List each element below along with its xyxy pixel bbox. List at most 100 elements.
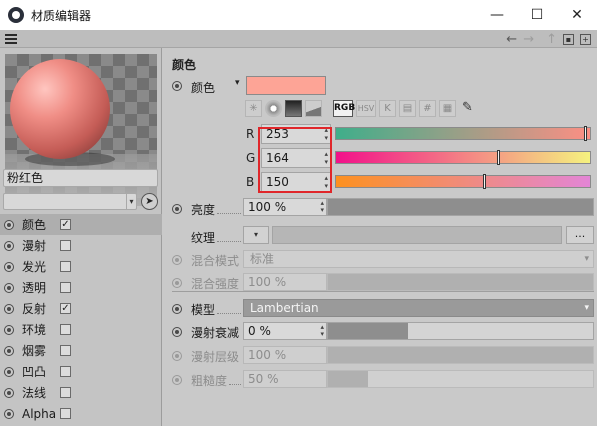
image-picker-icon[interactable]: [305, 99, 322, 117]
channel-label: 法线: [22, 386, 47, 400]
channel-letter: R: [246, 127, 255, 141]
channel-checkbox[interactable]: ✓: [60, 303, 71, 314]
back-arrow-icon[interactable]: ←: [506, 32, 517, 47]
r-slider-handle[interactable]: [584, 126, 587, 141]
channel-radio[interactable]: [4, 324, 14, 335]
b-slider-track[interactable]: [335, 174, 591, 189]
chevron-down-icon[interactable]: ▾: [126, 194, 136, 209]
diffuse-falloff-param-radio[interactable]: [172, 327, 182, 337]
hex-mode-button[interactable]: #: [419, 99, 436, 117]
diffuse-level-label: 漫射层级: [191, 350, 240, 364]
channel-radio[interactable]: [4, 408, 14, 419]
minimize-button[interactable]: —: [477, 0, 517, 30]
color-swatch[interactable]: [246, 76, 326, 95]
chevron-down-icon[interactable]: ▾: [235, 78, 240, 88]
texture-more-button[interactable]: ...: [566, 226, 594, 244]
g-slider-track[interactable]: [335, 150, 591, 165]
material-name-field[interactable]: 粉红色: [3, 169, 158, 187]
chevron-down-icon: ▾: [584, 303, 589, 313]
channel-checkbox[interactable]: ✓: [60, 219, 71, 230]
channel-item-transparency[interactable]: 透明: [0, 277, 162, 298]
mix-strength-slider[interactable]: [327, 273, 594, 291]
channel-label: 颜色: [22, 218, 47, 232]
channel-checkbox[interactable]: [60, 261, 71, 272]
roughness-field[interactable]: 50 %: [243, 370, 327, 388]
rgb-mode-button[interactable]: RGB: [333, 99, 355, 117]
channel-checkbox[interactable]: [60, 324, 71, 335]
mixer-icon[interactable]: ▤: [399, 99, 416, 117]
color-label: 颜色: [191, 81, 216, 95]
channel-item-reflectance[interactable]: 反射 ✓: [0, 298, 162, 319]
channel-item-bump[interactable]: 凹凸: [0, 361, 162, 382]
close-button[interactable]: ✕: [557, 0, 597, 30]
channel-radio[interactable]: [4, 387, 14, 398]
channel-item-color[interactable]: 颜色 ✓: [0, 214, 162, 235]
color-mode-toolbar: ✳ RGB HSV K ▤ # ▦ ✎: [245, 99, 476, 117]
forward-arrow-icon[interactable]: →: [523, 32, 534, 47]
channel-checkbox[interactable]: [60, 366, 71, 377]
diffuse-level-param-radio[interactable]: [172, 351, 182, 361]
brightness-field[interactable]: 100 % ▴ ▾: [243, 198, 327, 216]
diffuse-falloff-field[interactable]: 0 % ▴ ▾: [243, 322, 327, 340]
channel-label: 反射: [22, 302, 47, 316]
channel-checkbox[interactable]: [60, 387, 71, 398]
hsv-mode-button[interactable]: HSV: [356, 99, 376, 117]
channel-radio[interactable]: [4, 261, 14, 272]
channel-item-fog[interactable]: 烟雾: [0, 340, 162, 361]
diffuse-falloff-label: 漫射衰减: [191, 326, 240, 340]
texture-slot[interactable]: [272, 226, 562, 244]
b-slider-handle[interactable]: [483, 174, 486, 189]
pick-arrow-icon[interactable]: ➤: [141, 193, 158, 210]
spectrum-icon[interactable]: ✳: [245, 99, 262, 117]
new-window-icon[interactable]: +: [580, 33, 591, 45]
diffuse-level-field[interactable]: 100 %: [243, 346, 327, 364]
chevron-down-icon: ▾: [584, 254, 589, 264]
channel-radio[interactable]: [4, 366, 14, 377]
channel-checkbox[interactable]: [60, 282, 71, 293]
brightness-param-radio[interactable]: [172, 204, 182, 214]
channel-item-normal[interactable]: 法线: [0, 382, 162, 403]
mix-mode-label: 混合模式: [191, 254, 240, 268]
lock-icon[interactable]: ▪: [563, 33, 574, 45]
palette-icon[interactable]: ▦: [439, 99, 456, 117]
material-dropdown[interactable]: ▾: [3, 193, 137, 210]
roughness-param-radio[interactable]: [172, 375, 182, 385]
maximize-button[interactable]: ☐: [517, 0, 557, 30]
r-slider-track[interactable]: [335, 126, 591, 141]
menu-bar: ← → ↑ ▪ +: [0, 30, 597, 48]
channel-radio[interactable]: [4, 303, 14, 314]
model-param-radio[interactable]: [172, 304, 182, 314]
color-param-radio[interactable]: [172, 81, 182, 91]
channel-item-alpha[interactable]: Alpha: [0, 403, 162, 424]
color-wheel-icon[interactable]: [265, 99, 282, 117]
mix-strength-param-radio[interactable]: [172, 278, 182, 288]
mix-strength-field[interactable]: 100 %: [243, 273, 327, 291]
brightness-slider[interactable]: [327, 198, 594, 216]
mix-strength-label: 混合强度: [191, 277, 240, 291]
g-slider-handle[interactable]: [497, 150, 500, 165]
channel-radio[interactable]: [4, 282, 14, 293]
channel-checkbox[interactable]: [60, 240, 71, 251]
channel-radio[interactable]: [4, 219, 14, 230]
diffuse-level-slider[interactable]: [327, 346, 594, 364]
channel-list: 颜色 ✓ 漫射 发光 透明 反射 ✓ 环境 烟雾 凹凸 法线 Alpha: [0, 214, 162, 424]
up-arrow-icon[interactable]: ↑: [546, 32, 557, 47]
channel-checkbox[interactable]: [60, 345, 71, 356]
roughness-slider[interactable]: [327, 370, 594, 388]
model-dropdown[interactable]: Lambertian ▾: [243, 299, 594, 317]
channel-letter: B: [246, 175, 255, 189]
channel-item-luminance[interactable]: 发光: [0, 256, 162, 277]
gradient-square-icon[interactable]: [285, 99, 302, 117]
texture-dropdown-button[interactable]: ▾: [243, 226, 269, 244]
kelvin-mode-button[interactable]: K: [379, 99, 396, 117]
channel-item-diffusion[interactable]: 漫射: [0, 235, 162, 256]
eyedropper-icon[interactable]: ✎: [459, 100, 476, 117]
channel-checkbox[interactable]: [60, 408, 71, 419]
diffuse-falloff-slider[interactable]: [327, 322, 594, 340]
mix-mode-dropdown[interactable]: 标准 ▾: [243, 250, 594, 268]
hamburger-menu-icon[interactable]: [5, 34, 17, 44]
channel-item-environment[interactable]: 环境: [0, 319, 162, 340]
channel-radio[interactable]: [4, 240, 14, 251]
mix-mode-param-radio[interactable]: [172, 255, 182, 265]
channel-radio[interactable]: [4, 345, 14, 356]
